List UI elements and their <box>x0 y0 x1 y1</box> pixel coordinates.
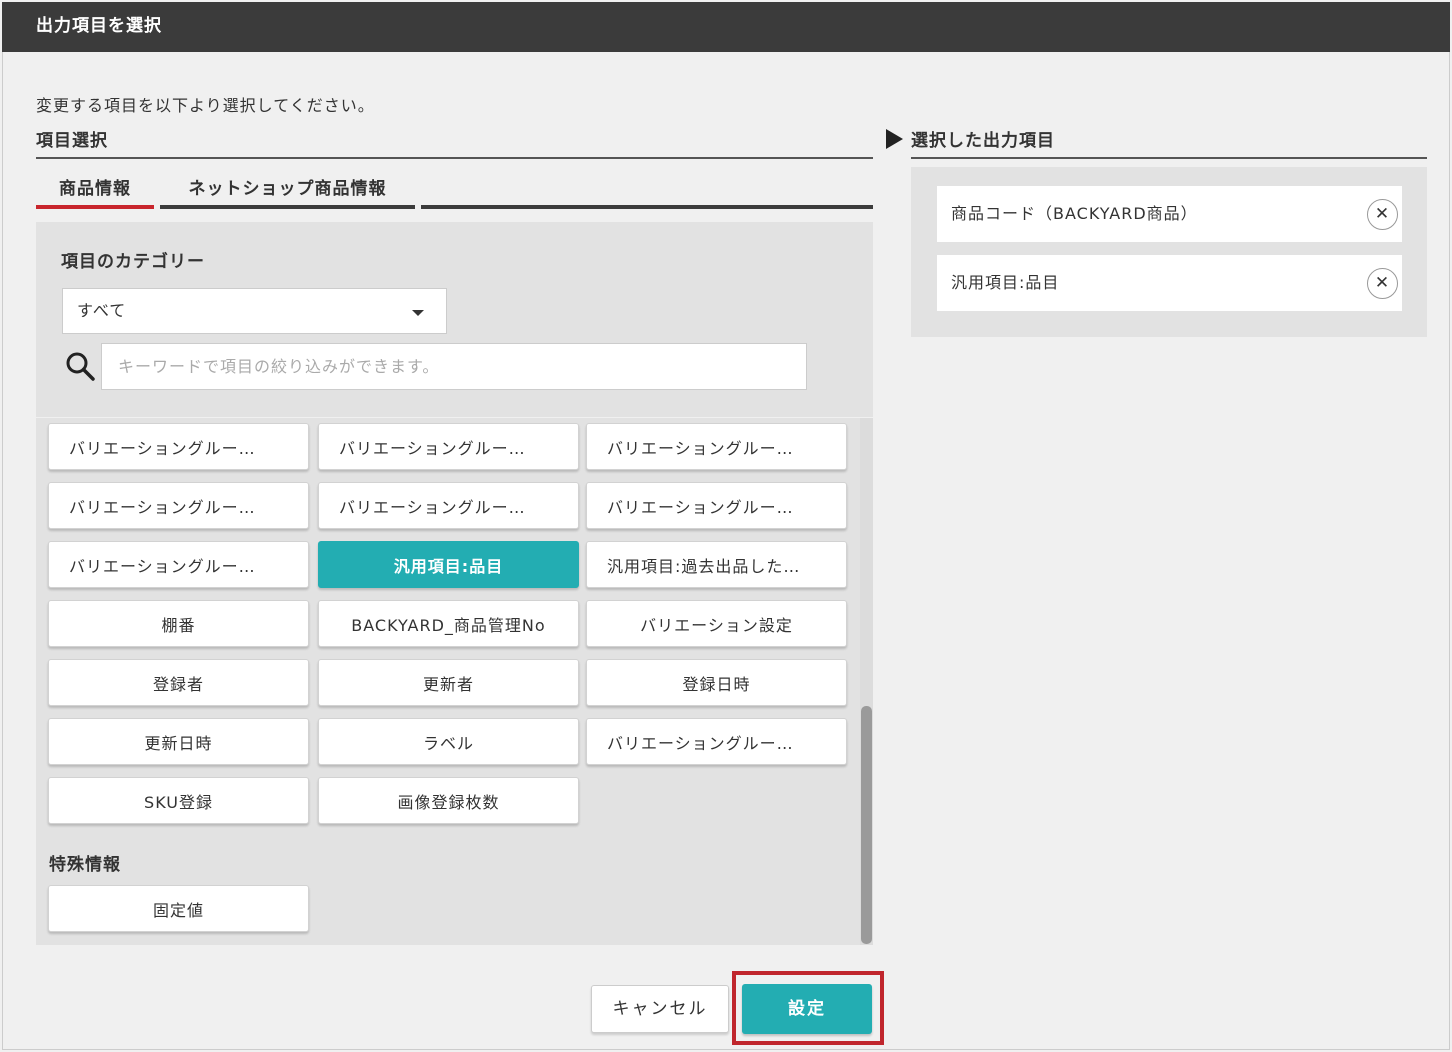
item-button[interactable]: バリエーショングルー… <box>48 482 309 529</box>
item-button[interactable]: ラベル <box>318 718 579 765</box>
dialog-title: 出力項目を選択 <box>2 2 1450 52</box>
item-button[interactable]: バリエーショングルー… <box>318 423 579 470</box>
remove-icon[interactable]: ✕ <box>1367 268 1398 299</box>
item-button[interactable]: バリエーショングルー… <box>586 482 847 529</box>
special-info-label: 特殊情報 <box>49 855 121 875</box>
keyword-search-input[interactable] <box>101 343 807 390</box>
confirm-button[interactable]: 設定 <box>742 984 872 1034</box>
item-button[interactable]: バリエーショングルー… <box>586 423 847 470</box>
item-button[interactable]: BACKYARD_商品管理No <box>318 600 579 647</box>
item-button[interactable]: 更新日時 <box>48 718 309 765</box>
item-button[interactable]: 更新者 <box>318 659 579 706</box>
divider <box>911 157 1427 159</box>
item-button[interactable]: バリエーショングルー… <box>586 718 847 765</box>
triangle-right-icon <box>886 128 903 149</box>
instruction-text: 変更する項目を以下より選択してください。 <box>36 96 375 115</box>
search-icon <box>66 352 95 381</box>
category-label: 項目のカテゴリー <box>61 252 205 272</box>
item-button[interactable]: SKU登録 <box>48 777 309 824</box>
selected-item: 商品コード（BACKYARD商品） ✕ <box>937 186 1402 242</box>
item-selection-heading: 項目選択 <box>36 131 108 151</box>
category-select[interactable]: すべて <box>62 288 447 334</box>
divider <box>36 157 873 159</box>
item-button[interactable]: 登録日時 <box>586 659 847 706</box>
selected-items-heading-label: 選択した出力項目 <box>911 131 1055 151</box>
cancel-button[interactable]: キャンセル <box>591 985 729 1033</box>
tab-active-indicator <box>36 205 154 209</box>
item-button[interactable]: 登録者 <box>48 659 309 706</box>
item-button-selected[interactable]: 汎用項目:品目 <box>318 541 579 588</box>
caret-down-icon <box>412 310 424 316</box>
item-button[interactable]: 汎用項目:過去出品した… <box>586 541 847 588</box>
selected-item-label: 商品コード（BACKYARD商品） <box>951 204 1198 223</box>
item-button[interactable]: 棚番 <box>48 600 309 647</box>
tab-underline <box>421 205 873 209</box>
selected-items-heading: 選択した出力項目 <box>886 126 1055 151</box>
tab-underline <box>160 205 415 209</box>
selected-item-label: 汎用項目:品目 <box>951 273 1060 292</box>
item-button[interactable]: バリエーショングルー… <box>48 541 309 588</box>
scrollbar-thumb[interactable] <box>861 706 872 944</box>
item-button[interactable]: 画像登録枚数 <box>318 777 579 824</box>
item-button-fixed-value[interactable]: 固定値 <box>48 885 309 932</box>
category-select-value: すべて <box>77 301 127 320</box>
remove-icon[interactable]: ✕ <box>1367 199 1398 230</box>
item-button[interactable]: バリエーショングルー… <box>48 423 309 470</box>
selected-item: 汎用項目:品目 ✕ <box>937 255 1402 311</box>
item-button[interactable]: バリエーショングルー… <box>318 482 579 529</box>
item-button[interactable]: バリエーション設定 <box>586 600 847 647</box>
